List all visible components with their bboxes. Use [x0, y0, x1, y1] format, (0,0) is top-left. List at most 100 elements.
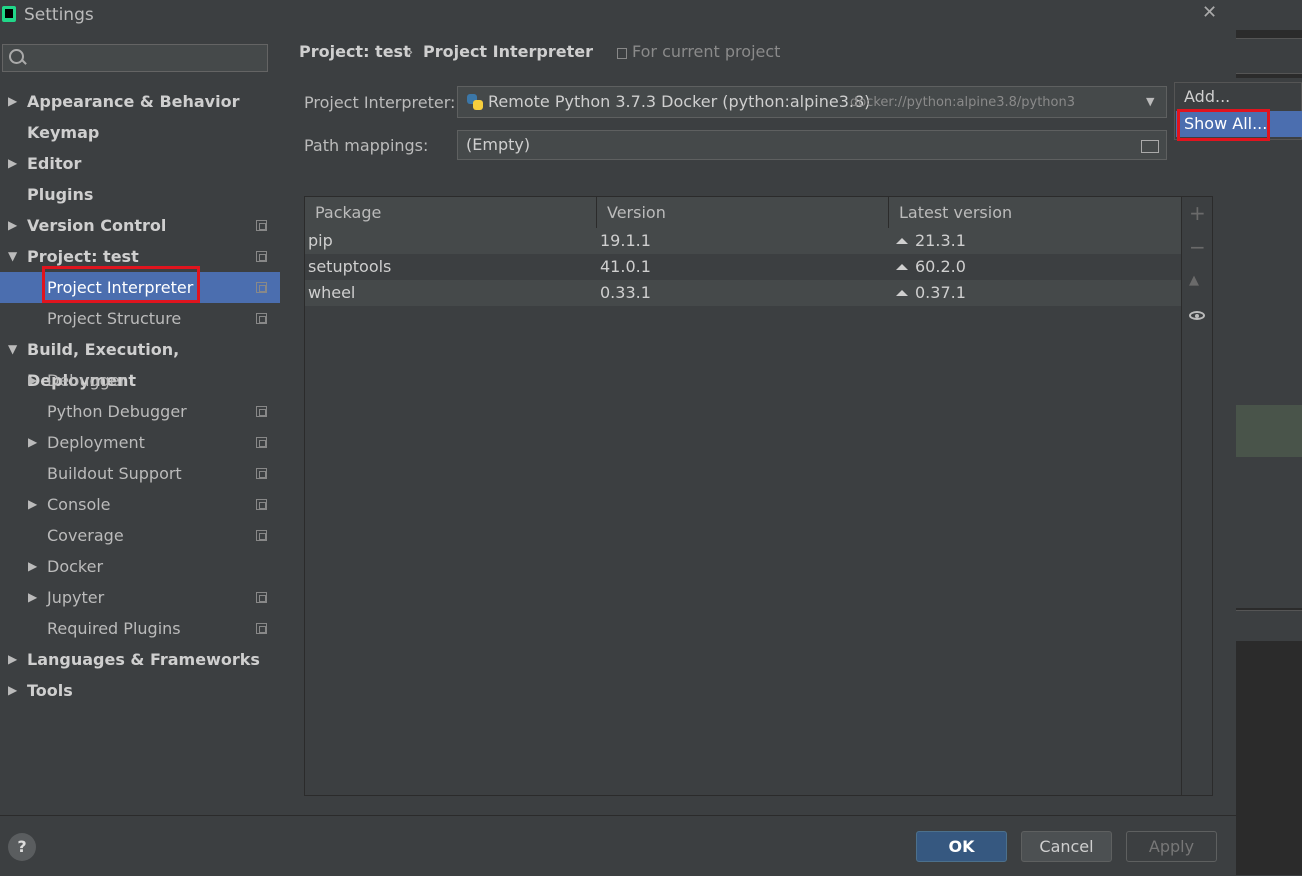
table-row[interactable]: setuptools 41.0.1 60.2.0: [305, 254, 1181, 280]
path-mappings-value: (Empty): [466, 135, 531, 154]
search-icon: [9, 49, 24, 64]
sidebar-item-python-debugger[interactable]: Python Debugger: [0, 396, 280, 427]
ok-button[interactable]: OK: [916, 831, 1007, 862]
sidebar-item-label: Keymap: [27, 123, 100, 142]
package-version: 0.33.1: [600, 283, 651, 302]
column-divider: [596, 197, 597, 228]
column-header-version[interactable]: Version: [607, 203, 666, 222]
sidebar-item-debugger[interactable]: ▶ Debugger: [0, 365, 280, 396]
expand-arrow-icon[interactable]: ▶: [8, 210, 17, 241]
sidebar-item-version-control[interactable]: ▶ Version Control: [0, 210, 280, 241]
project-scope-icon: [256, 251, 267, 262]
package-latest: 60.2.0: [915, 257, 966, 276]
interpreter-select[interactable]: Remote Python 3.7.3 Docker (python:alpin…: [457, 86, 1167, 118]
project-scope-icon: [256, 499, 267, 510]
sidebar-item-label: Required Plugins: [47, 619, 181, 638]
breadcrumb-separator: ›: [407, 42, 414, 61]
sidebar-item-label: Version Control: [27, 216, 167, 235]
sidebar-item-console[interactable]: ▶ Console: [0, 489, 280, 520]
close-icon[interactable]: ✕: [1202, 2, 1217, 23]
sidebar-item-coverage[interactable]: Coverage: [0, 520, 280, 551]
sidebar-item-deployment[interactable]: ▶ Deployment: [0, 427, 280, 458]
interpreter-label: Project Interpreter:: [304, 93, 456, 112]
column-header-latest[interactable]: Latest version: [899, 203, 1012, 222]
package-latest: 0.37.1: [915, 283, 966, 302]
background-window-panel: [1236, 78, 1302, 608]
sidebar-item-label: Console: [47, 495, 111, 514]
project-scope-icon: [256, 623, 267, 634]
expand-arrow-icon[interactable]: ▶: [8, 86, 17, 117]
cancel-button[interactable]: Cancel: [1021, 831, 1112, 862]
project-scope-icon: [256, 468, 267, 479]
package-name: wheel: [308, 283, 356, 302]
chevron-down-icon[interactable]: ▼: [1146, 95, 1154, 108]
project-scope-icon: [256, 406, 267, 417]
page-title: Project Interpreter: [423, 42, 593, 61]
expand-arrow-icon[interactable]: ▶: [8, 644, 17, 675]
sidebar-item-label: Docker: [47, 557, 104, 576]
sidebar-item-build-execution[interactable]: ▼ Build, Execution, Deployment: [0, 334, 280, 390]
collapse-arrow-icon[interactable]: ▼: [8, 334, 17, 365]
background-window-bar: [1236, 0, 1302, 30]
upgrade-package-button[interactable]: ▲: [1189, 273, 1199, 288]
sidebar-item-label: Project Structure: [47, 309, 182, 328]
package-name: pip: [308, 231, 333, 250]
sidebar-item-languages-frameworks[interactable]: ▶ Languages & Frameworks: [0, 644, 280, 675]
menu-item-add[interactable]: Add...: [1184, 87, 1230, 106]
column-header-package[interactable]: Package: [315, 203, 381, 222]
project-scope-icon: [617, 48, 627, 59]
sidebar-item-editor[interactable]: ▶ Editor: [0, 148, 280, 179]
collapse-arrow-icon[interactable]: ▼: [8, 241, 17, 272]
expand-arrow-icon[interactable]: ▶: [28, 582, 37, 613]
sidebar-item-label: Editor: [27, 154, 82, 173]
pycharm-logo-icon: [2, 6, 16, 22]
sidebar-item-plugins[interactable]: Plugins: [0, 179, 280, 210]
sidebar-item-label: Python Debugger: [47, 402, 187, 421]
sidebar-search-input[interactable]: [2, 44, 268, 72]
python-icon: [467, 94, 483, 110]
apply-button[interactable]: Apply: [1126, 831, 1217, 862]
project-scope-icon: [256, 530, 267, 541]
sidebar-item-jupyter[interactable]: ▶ Jupyter: [0, 582, 280, 613]
sidebar-item-project-structure[interactable]: Project Structure: [0, 303, 280, 334]
package-table: Package Version Latest version pip 19.1.…: [304, 196, 1182, 796]
expand-arrow-icon[interactable]: ▶: [28, 551, 37, 582]
sidebar-item-label: Jupyter: [47, 588, 105, 607]
sidebar-item-label: Plugins: [27, 185, 94, 204]
folder-icon[interactable]: [1141, 140, 1159, 153]
project-scope-icon: [256, 220, 267, 231]
highlight-box: [42, 266, 200, 303]
path-mappings-field[interactable]: (Empty): [457, 130, 1167, 160]
dialog-footer: ? OK Cancel Apply: [0, 815, 1236, 876]
remove-package-button[interactable]: −: [1189, 235, 1206, 259]
sidebar-item-label: Debugger: [47, 371, 127, 390]
sidebar-item-label: Appearance & Behavior: [27, 92, 240, 111]
eye-icon[interactable]: [1189, 311, 1205, 320]
expand-arrow-icon[interactable]: ▶: [8, 148, 17, 179]
expand-arrow-icon[interactable]: ▶: [28, 489, 37, 520]
table-row[interactable]: wheel 0.33.1 0.37.1: [305, 280, 1181, 306]
sidebar-item-appearance[interactable]: ▶ Appearance & Behavior: [0, 86, 280, 117]
sidebar-item-required-plugins[interactable]: Required Plugins: [0, 613, 280, 644]
background-window-highlight: [1236, 405, 1302, 457]
help-button[interactable]: ?: [8, 833, 36, 861]
scope-label: For current project: [632, 42, 781, 61]
add-package-button[interactable]: +: [1189, 201, 1206, 225]
package-version: 41.0.1: [600, 257, 651, 276]
table-row[interactable]: pip 19.1.1 21.3.1: [305, 228, 1181, 254]
project-scope-icon: [256, 437, 267, 448]
sidebar-item-docker[interactable]: ▶ Docker: [0, 551, 280, 582]
sidebar-item-tools[interactable]: ▶ Tools: [0, 675, 280, 706]
sidebar-item-keymap[interactable]: Keymap: [0, 117, 280, 148]
sidebar-item-buildout-support[interactable]: Buildout Support: [0, 458, 280, 489]
interpreter-name: Remote Python 3.7.3 Docker (python:alpin…: [488, 92, 871, 111]
package-latest: 21.3.1: [915, 231, 966, 250]
expand-arrow-icon[interactable]: ▶: [28, 427, 37, 458]
project-scope-icon: [256, 282, 267, 293]
package-version: 19.1.1: [600, 231, 651, 250]
highlight-box: [1177, 109, 1270, 141]
upgrade-available-icon: [896, 238, 908, 244]
expand-arrow-icon[interactable]: ▶: [8, 675, 17, 706]
package-toolbar: + − ▲: [1182, 196, 1213, 796]
expand-arrow-icon[interactable]: ▶: [28, 365, 37, 396]
